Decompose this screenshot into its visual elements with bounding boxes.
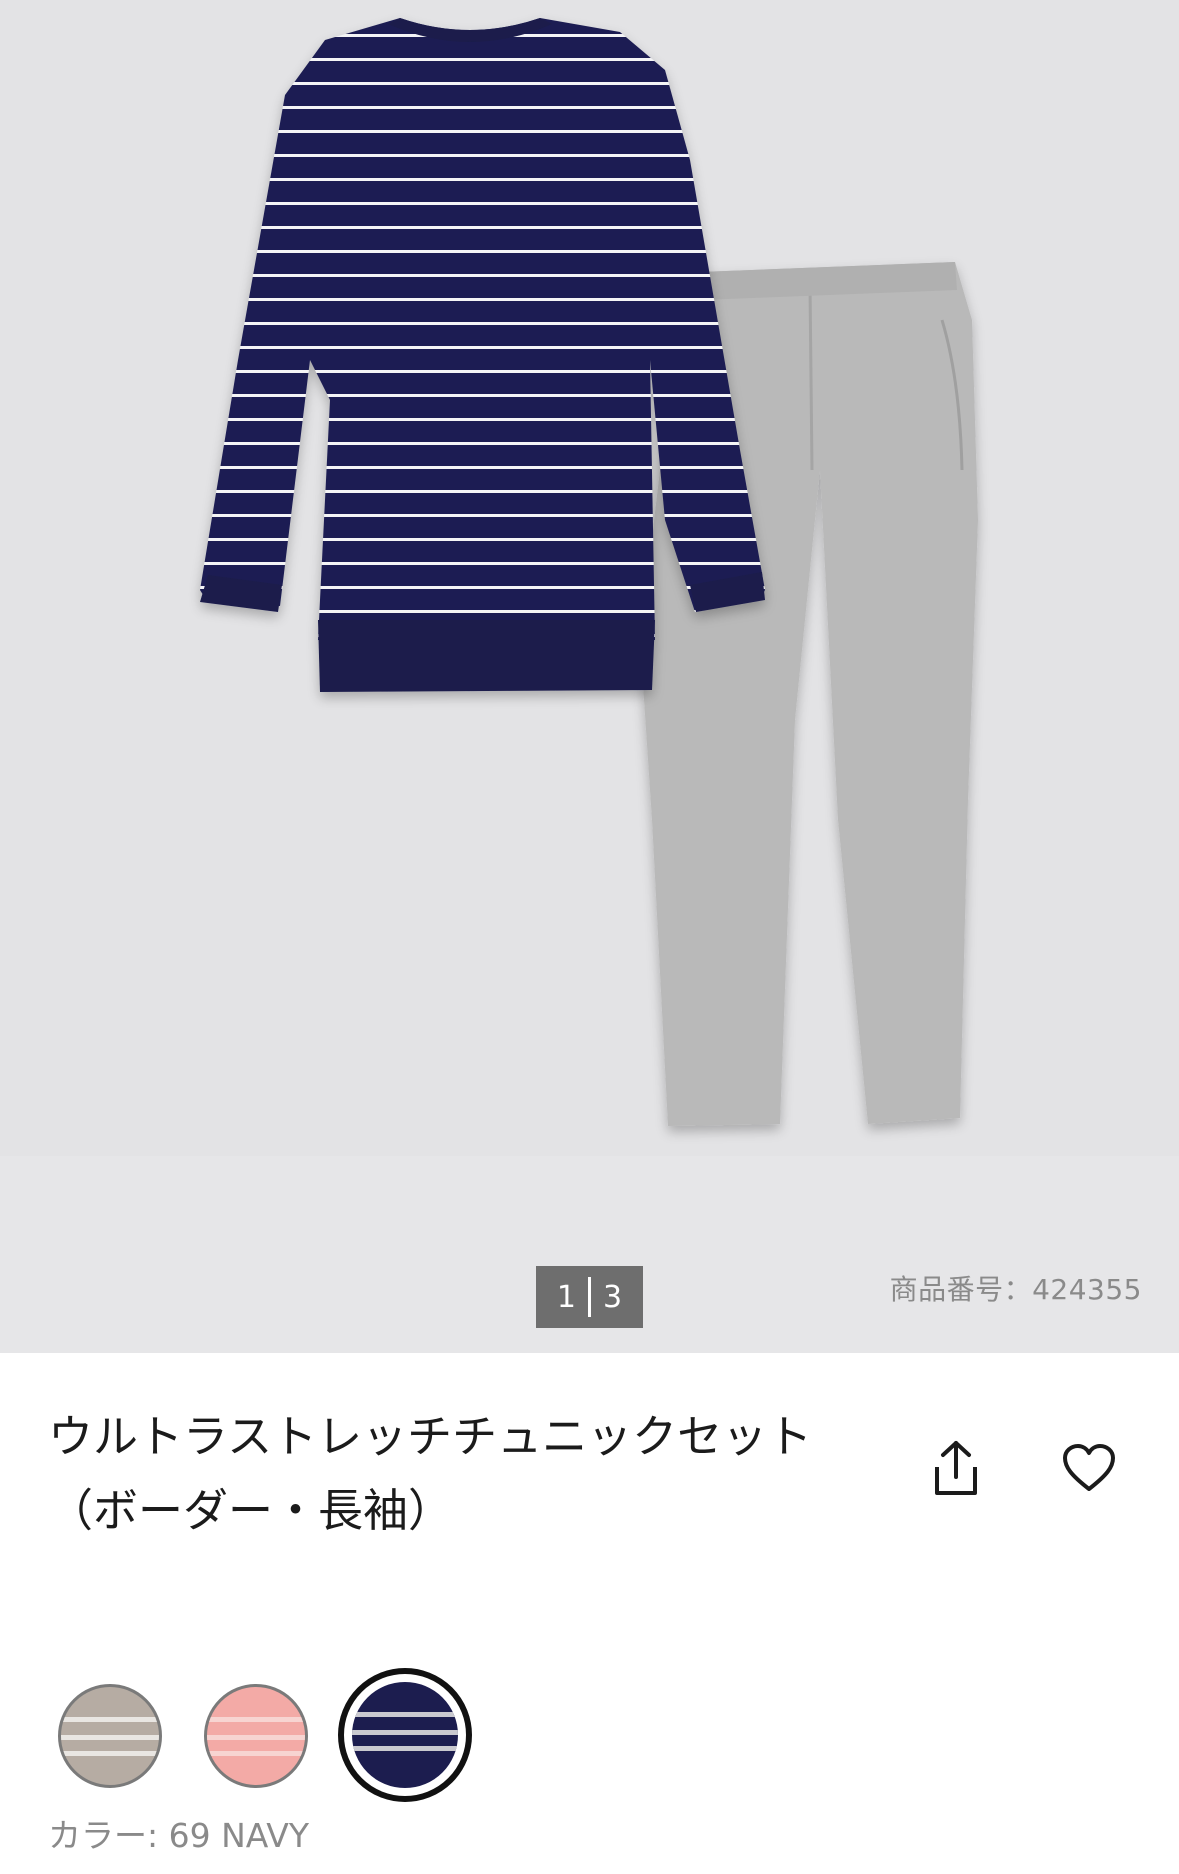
favorite-button[interactable]	[1053, 1432, 1125, 1504]
product-image-gallery[interactable]: 1 3 商品番号：424355	[0, 0, 1179, 1353]
color-swatches	[56, 1668, 556, 1802]
product-title: ウルトラストレッチチュニックセット （ボーダー・長袖）	[48, 1400, 878, 1548]
product-photo[interactable]	[0, 0, 1179, 1156]
pager-current: 1	[556, 1279, 576, 1315]
swatch-navy-stripe-selected[interactable]	[338, 1668, 472, 1802]
selected-color-label: カラー: 69 NAVY	[48, 1816, 309, 1855]
image-pager: 1 3	[536, 1266, 643, 1328]
product-code: 商品番号：424355	[889, 1273, 1142, 1306]
product-photo-illustration	[200, 18, 978, 1126]
product-title-line-2: （ボーダー・長袖）	[48, 1484, 454, 1537]
heart-outline-icon	[1063, 1444, 1115, 1491]
pager-total: 3	[603, 1279, 623, 1315]
share-button[interactable]	[920, 1432, 992, 1504]
product-title-line-1: ウルトラストレッチチュニックセット	[48, 1410, 813, 1463]
share-icon	[935, 1441, 977, 1495]
pager-divider	[588, 1277, 591, 1317]
swatch-pink-stripe[interactable]	[204, 1684, 308, 1788]
swatch-beige-stripe[interactable]	[58, 1684, 162, 1788]
